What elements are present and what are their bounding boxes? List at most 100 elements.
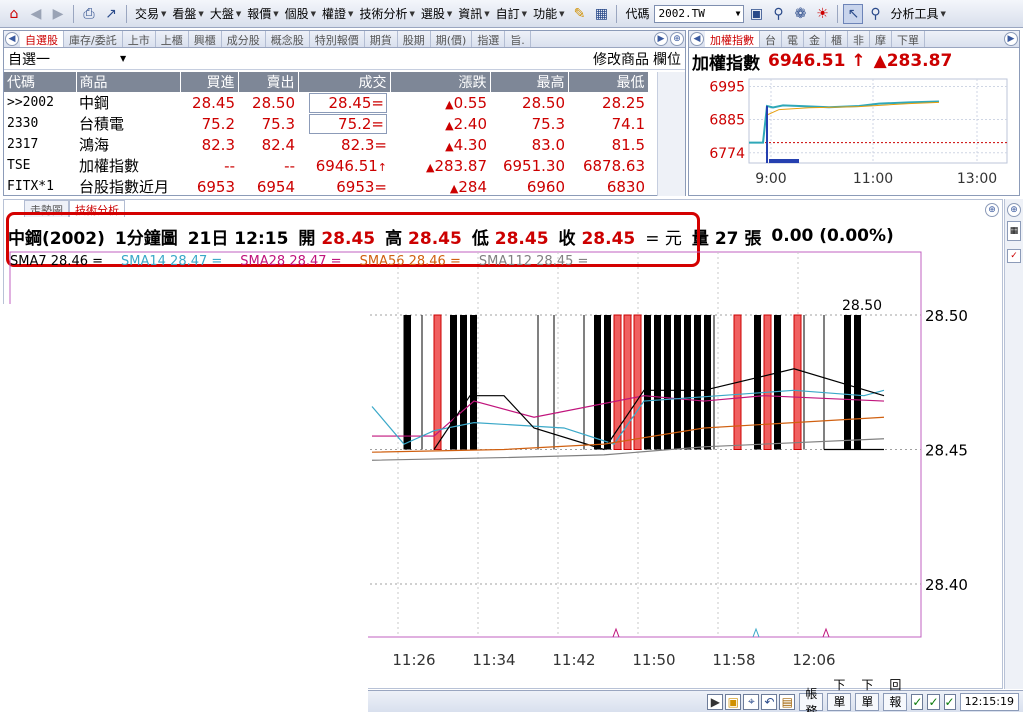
tab-index-7[interactable]: 下單	[892, 31, 925, 47]
menu-7[interactable]: 選股 ▼	[418, 3, 455, 25]
search-icon[interactable]: ⚲	[768, 4, 788, 24]
note-icon[interactable]: ▦	[591, 4, 611, 24]
forward-icon[interactable]: ▶	[48, 4, 68, 24]
tab-index-0[interactable]: 加權指數	[705, 31, 760, 47]
tab-watchlist-7[interactable]: 特別報價	[310, 31, 365, 47]
check-icon[interactable]: ✓	[911, 693, 924, 710]
watchlist-selector[interactable]: 自選一 ▼	[8, 49, 126, 69]
tab-index-1[interactable]: 台	[760, 31, 782, 47]
menu-2[interactable]: 大盤 ▼	[207, 3, 244, 25]
tab-watchlist-9[interactable]: 股期	[398, 31, 431, 47]
table-row[interactable]: 2317 鴻海 82.3 82.4 82.3= ▲4.30 83.0 81.5	[4, 134, 648, 155]
last-price-text: 6953=	[336, 177, 387, 196]
column-header[interactable]: 漲跌	[390, 72, 491, 92]
chevron-down-icon: ▼	[348, 9, 354, 18]
quote-icon[interactable]: ▣	[746, 4, 766, 24]
cell-name: 台積電	[79, 115, 125, 133]
table-row[interactable]: >>2002 中鋼 28.45 28.50 28.45= ▲0.55 28.50 28.25	[4, 92, 648, 113]
tab-watchlist-6[interactable]: 概念股	[266, 31, 310, 47]
menu-1[interactable]: 看盤 ▼	[169, 3, 206, 25]
watchlist-scrollbar[interactable]	[657, 72, 685, 196]
chart-type-icon[interactable]: ▣	[725, 693, 742, 710]
menu-6[interactable]: 技術分析 ▼	[356, 3, 417, 25]
last-price: 6953=	[336, 178, 387, 196]
alert-icon[interactable]: ☀	[812, 4, 832, 24]
menu-8[interactable]: 資訊 ▼	[455, 3, 492, 25]
cell-high: 6951.30	[502, 156, 565, 175]
tab-index-4[interactable]: 櫃	[826, 31, 848, 47]
status-button-0[interactable]: 帳務	[799, 687, 824, 712]
volume-bars-icon[interactable]: ▤	[779, 693, 796, 710]
column-header[interactable]: 代碼	[4, 72, 77, 92]
column-header[interactable]: 賣出	[238, 72, 299, 92]
table-row[interactable]: 2330 台積電 75.2 75.3 75.2= ▲2.40 75.3 74.1	[4, 113, 648, 134]
undo-icon[interactable]: ↶	[761, 693, 778, 710]
table-row[interactable]: FITX*1 台股指數近月 6953 6954 6953= ▲284 6960 6830	[4, 176, 648, 197]
columns-button[interactable]: 欄位	[653, 49, 681, 69]
tab-watchlist-3[interactable]: 上櫃	[156, 31, 189, 47]
tab-watchlist-10[interactable]: 期(價)	[431, 31, 473, 47]
zoom-icon[interactable]: ⊕	[670, 32, 684, 46]
column-header[interactable]: 最低	[568, 72, 649, 92]
menu-3[interactable]: 報價 ▼	[244, 3, 281, 25]
column-header[interactable]: 商品	[76, 72, 181, 92]
menu-4[interactable]: 個股 ▼	[282, 3, 319, 25]
crosshair-icon[interactable]: ⌖	[743, 693, 760, 710]
check-icon[interactable]: ✓	[927, 693, 940, 710]
code-input[interactable]: 2002.TW ▼	[654, 4, 745, 23]
chevron-down-icon[interactable]: ▼	[736, 9, 741, 18]
back-icon[interactable]: ◀	[26, 4, 46, 24]
home-icon[interactable]: ⌂	[4, 4, 24, 24]
popout-icon[interactable]: ↗	[101, 4, 121, 24]
table-row[interactable]: TSE 加權指數 -- -- 6946.51↑ ▲283.87 6951.30 6878.63	[4, 155, 648, 176]
analysis-tools-menu[interactable]: 分析工具 ▼	[887, 3, 948, 25]
status-button-2[interactable]: 下單列	[855, 678, 880, 711]
column-header[interactable]: 買進	[180, 72, 239, 92]
tab-scroll-right-icon[interactable]: ▶	[1004, 32, 1018, 46]
tab-watchlist-1[interactable]: 庫存/委託	[64, 31, 123, 47]
column-header[interactable]: 成交	[298, 72, 391, 92]
tab-watchlist-4[interactable]: 興櫃	[189, 31, 222, 47]
tools-icon[interactable]: ❁	[790, 4, 810, 24]
side-button[interactable]: ▦	[1007, 221, 1021, 241]
pen-icon[interactable]: ✎	[569, 4, 589, 24]
menu-0[interactable]: 交易 ▼	[132, 3, 169, 25]
index-intraday-chart[interactable]: 6995 6885 6774 9:00 11:00 13:00	[689, 75, 1019, 195]
tab-watchlist-5[interactable]: 成分股	[222, 31, 266, 47]
side-check-icon[interactable]: ✓	[1007, 249, 1021, 263]
tab-watchlist-0[interactable]: 自選股	[20, 31, 64, 47]
check-icon[interactable]: ✓	[943, 693, 956, 710]
clock-display: 12:15:19	[959, 692, 1019, 711]
zoom-icon[interactable]: ⊕	[1007, 203, 1021, 217]
menu-5[interactable]: 權證 ▼	[319, 3, 356, 25]
blank-area	[0, 304, 368, 712]
tab-watchlist-12[interactable]: 旨.	[505, 31, 531, 47]
tab-watchlist-11[interactable]: 指選	[472, 31, 506, 47]
analysis-search-icon[interactable]: ⚲	[865, 4, 885, 24]
print-icon[interactable]: ⎙	[79, 4, 99, 24]
column-header[interactable]: 最高	[490, 72, 569, 92]
cell-ask: 75.3	[261, 114, 295, 133]
tab-scroll-left-icon[interactable]: ◀	[690, 32, 704, 46]
x-tick-label: 11:00	[853, 171, 893, 187]
tab-scroll-left-icon[interactable]: ◀	[5, 32, 19, 46]
edit-products-button[interactable]: 修改商品	[593, 49, 649, 69]
status-button-3[interactable]: 回報列	[883, 678, 908, 711]
cell-name: 鴻海	[79, 136, 110, 154]
tab-index-6[interactable]: 摩	[870, 31, 892, 47]
tab-index-5[interactable]: 非	[848, 31, 870, 47]
tab-watchlist-8[interactable]: 期貨	[365, 31, 398, 47]
cell-name: 中鋼	[79, 94, 110, 112]
cursor-icon[interactable]: ↖	[843, 3, 864, 24]
menu-9[interactable]: 自訂 ▼	[493, 3, 530, 25]
watchlist-header-row: 代碼 商品 買進 賣出 成交 漲跌 最高 最低	[4, 72, 649, 92]
tab-watchlist-2[interactable]: 上市	[123, 31, 156, 47]
tab-scroll-right-icon[interactable]: ▶	[654, 32, 668, 46]
cell-code: >>2002	[7, 95, 54, 110]
scroll-left-icon[interactable]: ▶	[707, 693, 724, 710]
tab-index-3[interactable]: 金	[804, 31, 826, 47]
tab-index-2[interactable]: 電	[782, 31, 804, 47]
y-tick-label: 28.50	[925, 307, 968, 325]
menu-10[interactable]: 功能 ▼	[530, 3, 567, 25]
status-button-1[interactable]: 下單夾	[827, 678, 852, 711]
